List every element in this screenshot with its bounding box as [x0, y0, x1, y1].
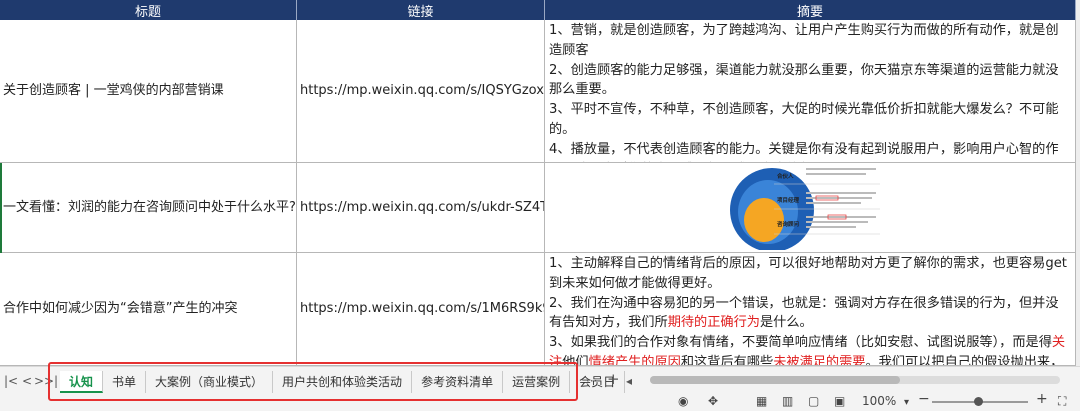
column-header-label: 链接	[407, 4, 434, 20]
column-header-title[interactable]: 标题	[0, 0, 297, 20]
table-cell-title[interactable]: 合作中如何减少因为“会错意”产生的冲突	[0, 253, 297, 366]
sheet-tab-bar: |< < > >| 认知 书单 大案例（商业模式） 用户共创和体验类活动 参考资…	[0, 366, 1080, 411]
summary-line: 3、平时不宣传，不种草，不创造顾客，大促的时候光靠低价折扣就能大爆发么？不可能的…	[549, 102, 1059, 137]
fullscreen-icon[interactable]: ⛶	[1058, 394, 1066, 409]
summary-highlight: 未被满足的需要	[773, 354, 866, 366]
table-cell-title[interactable]: 关于创造顾客 | 一堂鸡侠的内部营销课	[0, 20, 297, 163]
summary-text: 3、如果我们的合作对象有情绪，不要简单响应情绪（比如安慰、试图说服等），而是得	[549, 335, 1052, 351]
table-cell-summary[interactable]: 1、营销，就是创造顾客，为了跨越鸿沟、让用户产生购买行为而做的所有动作，就是创造…	[545, 20, 1076, 163]
summary-highlight: 期待的正确行为	[667, 315, 760, 331]
eye-protection-icon[interactable]: ◉	[678, 394, 688, 408]
summary-line: 3、如果我们的合作对象有情绪，不要简单响应情绪（比如安慰、试图说服等），而是得关…	[549, 333, 1071, 366]
summary-line: 2、创造顾客的能力足够强，渠道能力就没那么重要，你天猫京东等渠道的运营能力就没那…	[549, 62, 1059, 98]
summary-text: 他们	[562, 354, 589, 366]
diagram-label: 合伙人	[777, 172, 794, 180]
table-cell-link[interactable]: https://mp.weixin.qq.com/s/1M6RS9k96	[297, 253, 545, 366]
add-sheet-button[interactable]: +	[607, 370, 620, 388]
reading-mode-icon[interactable]: ▣	[834, 394, 845, 408]
tab-booklist[interactable]: 书单	[103, 371, 147, 393]
cell-text: 一文看懂：刘润的能力在咨询顾问中处于什么水平?	[3, 199, 296, 215]
tab-operation-cases[interactable]: 运营案例	[503, 371, 571, 393]
column-header-label: 标题	[134, 4, 161, 20]
zoom-slider-knob[interactable]	[974, 397, 983, 406]
tab-reference-list[interactable]: 参考资料清单	[412, 371, 504, 393]
summary-text: 。我们可以把自己的假设抛出来，	[865, 354, 1064, 366]
summary-line: 1、营销，就是创造顾客，为了跨越鸿沟、让用户产生购买行为而做的所有动作，就是创造…	[549, 23, 1059, 58]
sheet-tabs: 认知 书单 大案例（商业模式） 用户共创和体验类活动 参考资料清单 运营案例 会…	[60, 370, 626, 394]
zoom-in-button[interactable]: +	[1036, 391, 1048, 407]
cell-text: https://mp.weixin.qq.com/s/1M6RS9k96	[300, 301, 545, 316]
cell-text: 合作中如何减少因为“会错意”产生的冲突	[3, 301, 238, 316]
zoom-out-button[interactable]: −	[918, 391, 930, 407]
page-break-icon[interactable]: ▢	[808, 394, 819, 408]
summary-text: 1、主动解释自己的情绪背后的原因，可以很好地帮助对方更了解你的需求，也更容易ge…	[549, 256, 1067, 291]
embedded-diagram-image[interactable]: 合伙人 项目经理 咨询顾问	[730, 164, 880, 250]
normal-view-icon[interactable]: ▦	[756, 394, 767, 408]
more-sheets-button[interactable]: ···	[586, 374, 597, 388]
summary-line: 4、播放量，不代表创造顾客的能力。关键是你有没有起到说服用户，影响用户心智的作用…	[549, 141, 1059, 162]
diagram-label: 项目经理	[777, 196, 800, 204]
tab-cognition[interactable]: 认知	[60, 371, 104, 393]
horizontal-scrollbar[interactable]	[650, 376, 1060, 384]
vertical-scrollbar[interactable]	[1076, 0, 1080, 366]
row-selection-marker	[0, 163, 2, 253]
summary-line: 1、主动解释自己的情绪背后的原因，可以很好地帮助对方更了解你的需求，也更容易ge…	[549, 254, 1071, 294]
tab-business-cases[interactable]: 大案例（商业模式）	[146, 371, 274, 393]
zoom-dropdown-icon[interactable]: ▾	[904, 397, 909, 408]
column-header-label: 摘要	[796, 4, 823, 20]
page-layout-icon[interactable]: ▥	[782, 394, 793, 408]
last-sheet-button[interactable]: >|	[44, 374, 58, 388]
zoom-slider[interactable]	[932, 397, 1028, 406]
column-header-summary[interactable]: 摘要	[545, 0, 1076, 20]
table-cell-summary[interactable]: 1、主动解释自己的情绪背后的原因，可以很好地帮助对方更了解你的需求，也更容易ge…	[545, 253, 1076, 366]
tab-user-cocreation[interactable]: 用户共创和体验类活动	[273, 371, 413, 393]
summary-highlight: 情绪产生的原因	[588, 354, 681, 366]
zoom-level[interactable]: 100%	[862, 394, 896, 408]
prev-sheet-button[interactable]: <	[22, 374, 32, 388]
table-cell-link[interactable]: https://mp.weixin.qq.com/s/ukdr-SZ4TN	[297, 163, 545, 253]
column-header-link[interactable]: 链接	[297, 0, 545, 20]
table-cell-title[interactable]: 一文看懂：刘润的能力在咨询顾问中处于什么水平?	[0, 163, 297, 253]
first-sheet-button[interactable]: |<	[4, 374, 18, 388]
summary-text: 和这背后有哪些	[680, 354, 774, 366]
next-sheet-button[interactable]: >	[34, 374, 44, 388]
scrollbar-thumb[interactable]	[650, 376, 900, 384]
cell-text: https://mp.weixin.qq.com/s/IQSYGzoxcl	[300, 83, 545, 98]
freeze-pane-icon[interactable]: ✥	[708, 394, 718, 408]
cell-text: https://mp.weixin.qq.com/s/ukdr-SZ4TN	[300, 199, 545, 215]
summary-line: 2、我们在沟通中容易犯的另一个错误，也就是：强调对方存在很多错误的行为，但并没有…	[549, 294, 1071, 334]
diagram-label: 咨询顾问	[777, 220, 800, 228]
spreadsheet-grid: 标题 链接 摘要 关于创造顾客 | 一堂鸡侠的内部营销课 https://mp.…	[0, 0, 1080, 366]
table-cell-link[interactable]: https://mp.weixin.qq.com/s/IQSYGzoxcl	[297, 20, 545, 163]
cell-text: 关于创造顾客 | 一堂鸡侠的内部营销课	[3, 83, 224, 98]
summary-text: 是什么。	[760, 315, 813, 331]
scroll-left-icon[interactable]: ◂	[626, 374, 632, 388]
